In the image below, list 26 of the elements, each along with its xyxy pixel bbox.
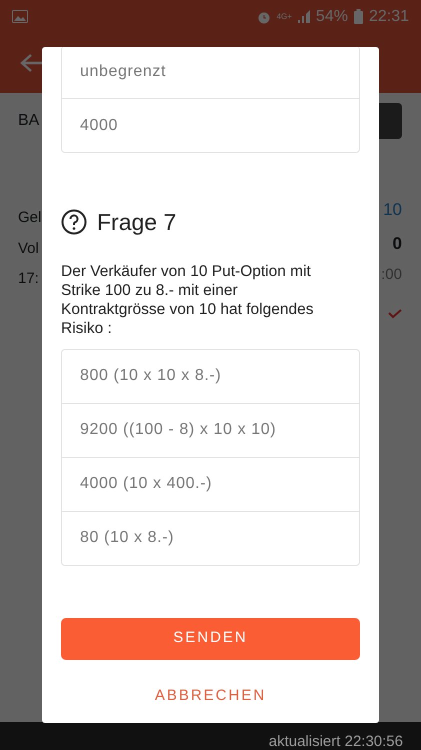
section-title: BA bbox=[18, 111, 40, 131]
row-label: 17: bbox=[18, 269, 40, 289]
cancel-button[interactable]: ABBRECHEN bbox=[148, 684, 272, 708]
back-arrow-icon[interactable] bbox=[20, 53, 44, 73]
row-value: 0 bbox=[392, 232, 402, 254]
answer-option[interactable]: 800 (10 x 10 x 8.-) bbox=[61, 348, 360, 404]
gallery-icon bbox=[12, 10, 28, 23]
battery-percent: 54% bbox=[316, 6, 348, 26]
check-icon bbox=[388, 308, 402, 318]
send-button[interactable]: SENDEN bbox=[61, 618, 360, 660]
signal-icon bbox=[298, 10, 310, 23]
answer-option[interactable]: 9200 ((100 - 8) x 10 x 10) bbox=[61, 402, 360, 458]
answer-option[interactable]: 80 (10 x 8.-) bbox=[61, 510, 360, 566]
row-label: Gel bbox=[18, 208, 42, 228]
clock: 22:31 bbox=[368, 6, 409, 26]
update-time: aktualisiert 22:30:56 bbox=[268, 734, 403, 749]
answer-option[interactable]: 4000 (10 x 400.-) bbox=[61, 456, 360, 512]
help-icon bbox=[61, 209, 87, 236]
network-indicator: 4G+ bbox=[276, 10, 292, 22]
answer-option[interactable]: 4000 bbox=[61, 98, 360, 153]
alarm-icon bbox=[256, 10, 271, 24]
question-title: Frage 7 bbox=[97, 208, 176, 237]
answer-option[interactable]: unbegrenzt bbox=[61, 47, 360, 99]
row-label: Vol bbox=[18, 238, 40, 258]
battery-icon bbox=[354, 9, 363, 24]
question-text: Der Verkäufer von 10 Put-Option mit Strike 100 zu 8.- mit einer Kontraktgrösse von 10 hat folgendes Risiko : bbox=[61, 262, 314, 338]
